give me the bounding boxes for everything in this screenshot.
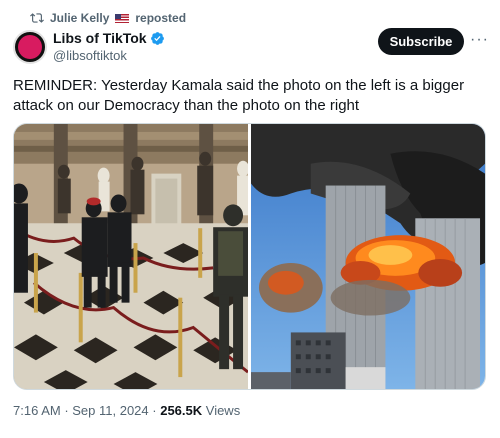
views-count: 256.5K: [160, 403, 203, 418]
avatar-logo: [18, 35, 42, 59]
photo-capitol-hall[interactable]: [14, 124, 249, 389]
author-handle[interactable]: @libsoftiktok: [53, 48, 127, 63]
author-name-row[interactable]: Libs of TikTok: [53, 30, 165, 46]
media-grid[interactable]: [13, 123, 486, 390]
tweet-meta: 7:16 AM · Sep 11, 2024 · 256.5K Views: [13, 403, 240, 418]
repost-icon: [30, 13, 44, 23]
author-name[interactable]: Libs of TikTok: [53, 30, 147, 46]
repost-suffix: reposted: [135, 11, 187, 25]
meta-separator: ·: [148, 403, 161, 418]
tweet-time[interactable]: 7:16 AM: [13, 403, 61, 418]
more-options-icon[interactable]: ···: [470, 31, 489, 49]
us-flag-icon: [115, 13, 130, 23]
views-label: Views: [202, 403, 241, 418]
meta-separator: ·: [60, 403, 73, 418]
subscribe-button[interactable]: Subscribe: [378, 28, 464, 55]
repost-indicator[interactable]: Julie Kelly reposted: [30, 10, 186, 26]
tweet-date[interactable]: Sep 11, 2024: [72, 403, 148, 418]
tweet-text: REMINDER: Yesterday Kamala said the phot…: [13, 77, 465, 114]
photo-towers[interactable]: [251, 124, 485, 389]
repost-user[interactable]: Julie Kelly: [50, 11, 109, 25]
avatar[interactable]: [13, 30, 47, 64]
verified-badge-icon: [150, 31, 164, 45]
